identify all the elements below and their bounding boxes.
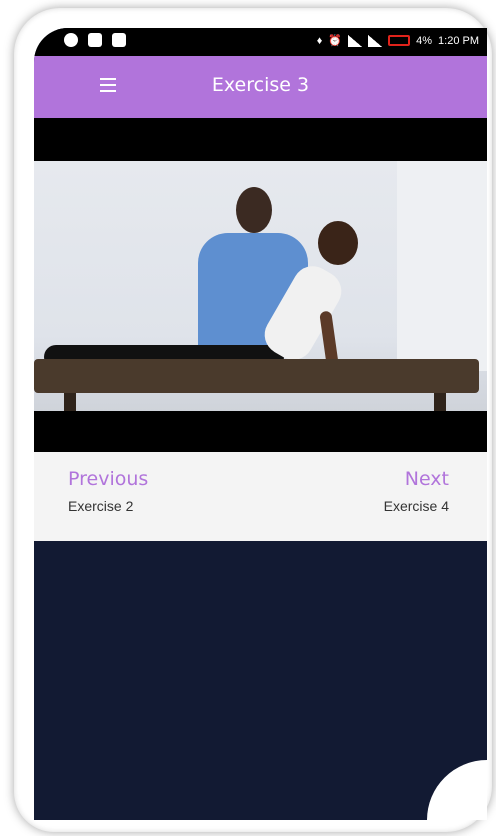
video-scene-patient-head [318, 221, 358, 265]
exercise-navigation: Previous Exercise 2 Next Exercise 4 [34, 452, 487, 541]
previous-exercise-button[interactable]: Previous Exercise 2 [68, 468, 148, 514]
page-title: Exercise 3 [211, 74, 310, 96]
video-player[interactable] [34, 118, 487, 452]
video-scene-table [34, 359, 479, 393]
next-exercise-name[interactable]: Exercise 4 [384, 498, 449, 514]
signal-icon [368, 34, 383, 47]
video-scene-table-leg [434, 393, 446, 411]
previous-exercise-name[interactable]: Exercise 2 [68, 498, 148, 514]
status-right-icons: ♦ ⏰ 4% 1:20 PM [317, 34, 479, 47]
status-left-icons [64, 33, 126, 47]
battery-icon [388, 35, 411, 46]
message-icon [112, 33, 126, 47]
video-thumbnail[interactable] [34, 161, 487, 411]
alarm-icon: ⏰ [328, 35, 343, 47]
previous-label[interactable]: Previous [68, 468, 148, 490]
next-label[interactable]: Next [384, 468, 449, 490]
image-icon [88, 33, 102, 47]
vibrate-icon: ♦ [316, 34, 323, 47]
video-scene-table-leg [64, 393, 76, 411]
video-scene-wall [397, 161, 487, 371]
video-scene-therapist-head [236, 187, 272, 233]
status-bar: ♦ ⏰ 4% 1:20 PM [34, 28, 487, 56]
app-bar: Exercise 3 [34, 56, 487, 118]
vpn-icon [64, 33, 78, 47]
screenshot-frame: ♦ ⏰ 4% 1:20 PM Exercise 3 Previous Exerc… [0, 0, 496, 836]
status-time: 1:20 PM [438, 34, 479, 47]
signal-icon [348, 34, 363, 47]
battery-percent: 4% [416, 34, 433, 47]
phone-screen: ♦ ⏰ 4% 1:20 PM Exercise 3 Previous Exerc… [34, 28, 487, 820]
next-exercise-button[interactable]: Next Exercise 4 [384, 468, 449, 514]
content-body [34, 541, 487, 820]
